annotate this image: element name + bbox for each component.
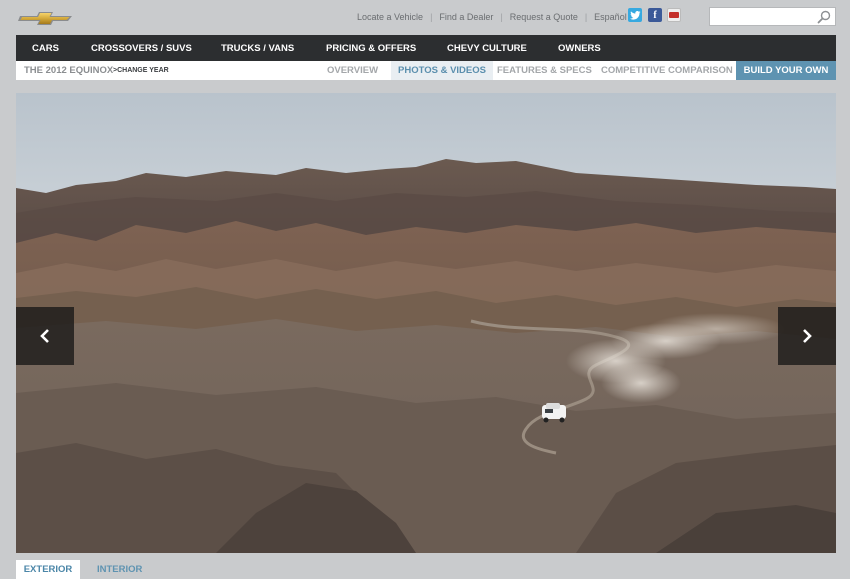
gallery-prev-button[interactable] (16, 307, 74, 365)
chevron-right-icon (803, 329, 812, 343)
tab-photos-videos[interactable]: PHOTOS & VIDEOS (391, 61, 493, 80)
nav-pricing-offers[interactable]: PRICING & OFFERS (326, 43, 416, 54)
top-utility-bar: Locate a Vehicle | Find a Dealer | Reque… (0, 0, 850, 35)
gallery-hero-image (16, 93, 836, 553)
chevrolet-bowtie-logo[interactable] (18, 9, 74, 27)
main-navigation: CARS CROSSOVERS / SUVS TRUCKS / VANS PRI… (16, 35, 836, 61)
tab-exterior[interactable]: EXTERIOR (16, 560, 80, 579)
youtube-play-badge (669, 12, 679, 18)
desert-landscape-photo (16, 93, 836, 553)
twitter-icon[interactable] (628, 8, 642, 22)
tab-interior[interactable]: INTERIOR (97, 560, 142, 579)
tab-overview[interactable]: OVERVIEW (327, 61, 378, 80)
chevron-left-icon (40, 329, 49, 343)
model-subnav: THE 2012 EQUINOX >CHANGE YEAR OVERVIEW P… (16, 61, 836, 80)
nav-cars[interactable]: CARS (32, 43, 59, 54)
locate-vehicle-link[interactable]: Locate a Vehicle (350, 12, 430, 22)
nav-crossovers-suvs[interactable]: CROSSOVERS / SUVS (91, 43, 192, 54)
tab-competitive-comparison[interactable]: COMPETITIVE COMPARISON (601, 61, 733, 80)
nav-chevy-culture[interactable]: CHEVY CULTURE (447, 43, 527, 54)
youtube-icon[interactable] (667, 8, 681, 22)
nav-trucks-vans[interactable]: TRUCKS / VANS (221, 43, 294, 54)
search-icon[interactable] (817, 10, 831, 24)
utility-links: Locate a Vehicle | Find a Dealer | Reque… (350, 12, 636, 22)
tab-features-specs[interactable]: FEATURES & SPECS (497, 61, 592, 80)
nav-owners[interactable]: OWNERS (558, 43, 601, 54)
search-box (709, 7, 836, 27)
model-title: THE 2012 EQUINOX (24, 65, 114, 76)
change-year-link[interactable]: >CHANGE YEAR (113, 67, 169, 74)
search-input[interactable] (710, 10, 810, 27)
build-your-own-button[interactable]: BUILD YOUR OWN (736, 61, 836, 80)
find-dealer-link[interactable]: Find a Dealer (432, 12, 500, 22)
request-quote-link[interactable]: Request a Quote (503, 12, 585, 22)
gallery-next-button[interactable] (778, 307, 836, 365)
facebook-icon[interactable]: f (648, 8, 662, 22)
espanol-link[interactable]: Español (587, 12, 634, 22)
